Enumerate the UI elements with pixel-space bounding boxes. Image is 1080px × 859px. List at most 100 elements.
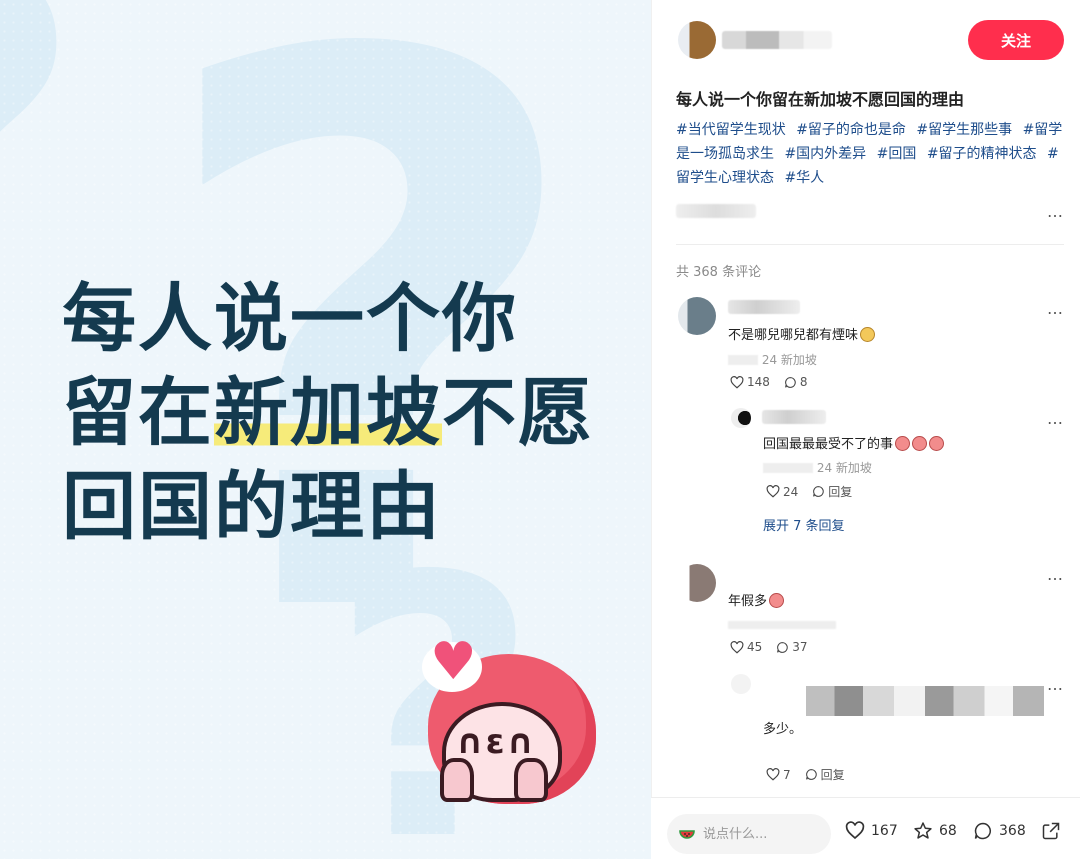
cover-title-line-1: 每人说一个你 <box>62 276 518 362</box>
comment-reply-button[interactable]: 8 <box>784 375 808 389</box>
comment-text-content: 不是哪兒哪兒都有煙味 <box>728 328 859 343</box>
reply-text-content: 回国最最最受不了的事 <box>763 437 894 452</box>
comment-like-button[interactable]: 45 <box>730 640 762 654</box>
heart-outline-icon <box>730 640 744 654</box>
hashtag-link[interactable]: #留子的命也是命 <box>796 122 906 138</box>
watermelon-icon <box>679 830 695 839</box>
author-name-blurred[interactable] <box>722 31 832 49</box>
cover-title-highlight: 新加坡 <box>214 370 442 456</box>
speech-bubble-icon <box>776 641 789 654</box>
heart-icon: ♥ <box>422 636 482 692</box>
share-button[interactable] <box>1041 821 1061 841</box>
comment-meta-blurred <box>728 618 836 632</box>
share-icon <box>1042 822 1060 840</box>
commenter-name-blurred[interactable] <box>728 300 800 314</box>
divider <box>676 244 1064 245</box>
comment-actions: 148 8 <box>730 375 808 389</box>
post-comment-count: 368 <box>999 823 1026 839</box>
speech-bubble-icon <box>812 485 825 498</box>
heart-outline-icon <box>845 821 865 840</box>
replier-avatar[interactable] <box>731 408 751 428</box>
post-date-row <box>676 202 1064 220</box>
post-more-icon[interactable]: … <box>1047 204 1064 220</box>
emoji-icon <box>860 327 876 342</box>
cover-title-line-2: 留在新加坡不愿 <box>62 366 594 460</box>
reply-actions: 24 回复 <box>766 483 852 500</box>
emoji-icon <box>929 436 945 451</box>
redacted-text-mosaic <box>806 686 1044 716</box>
cover-title-text: 不愿 <box>442 370 594 456</box>
comment-text: 年假多 <box>728 590 785 609</box>
reply-text: 回国最最最受不了的事 <box>763 433 945 452</box>
reply-reply-button[interactable]: 回复 <box>805 766 845 783</box>
reply-more-icon[interactable]: … <box>1047 411 1064 427</box>
comment-reply-button[interactable]: 37 <box>776 640 808 654</box>
reply-label: 回复 <box>820 768 845 782</box>
cover-title-text: 留在 <box>62 370 214 456</box>
mascot-hand-right <box>514 758 548 802</box>
hashtag-list: #当代留学生现状 #留子的命也是命 #留学生那些事 #留学是一场孤岛求生 #国内… <box>676 118 1068 190</box>
hashtag-link[interactable]: #国内外差异 <box>784 146 866 162</box>
post-title: 每人说一个你留在新加坡不愿回国的理由 <box>676 90 965 109</box>
cover-title: 每人说一个你 留在新加坡不愿 回国的理由 <box>62 272 594 554</box>
heart-outline-icon <box>730 375 744 389</box>
reply-actions: 7 回复 <box>766 766 845 783</box>
reply-meta-text: 24 新加坡 <box>816 461 872 475</box>
comment-count: 共 368 条评论 <box>676 265 762 280</box>
comment-text: 不是哪兒哪兒都有煙味 <box>728 324 876 343</box>
like-count: 148 <box>747 375 770 389</box>
collect-button[interactable]: 68 <box>913 821 957 841</box>
author-info[interactable] <box>678 21 832 59</box>
comment-meta: 24 新加坡 <box>728 351 817 368</box>
comment-text-content: 年假多 <box>728 594 768 609</box>
post-detail-panel: 关注 每人说一个你留在新加坡不愿回国的理由 #当代留学生现状 #留子的命也是命 … <box>651 0 1080 859</box>
cover-title-line-3: 回国的理由 <box>62 464 442 550</box>
reply-more-icon[interactable]: … <box>1047 677 1064 693</box>
comment-meta-text: 24 新加坡 <box>761 353 817 367</box>
post-star-count: 68 <box>939 823 957 839</box>
heart-outline-icon <box>766 485 780 498</box>
reply-like-button[interactable]: 7 <box>766 768 791 782</box>
commenter-avatar[interactable] <box>678 564 716 602</box>
hashtag-link[interactable]: #回国 <box>877 146 917 162</box>
speech-bubble-icon <box>974 822 991 840</box>
commenter-avatar[interactable] <box>678 297 716 335</box>
mascot-eyes: ∩ε∩ <box>456 722 537 762</box>
reply-meta: 24 新加坡 <box>763 459 872 476</box>
comment-actions: 45 37 <box>730 640 808 654</box>
emoji-icon <box>895 436 911 451</box>
hashtag-link[interactable]: #当代留学生现状 <box>676 122 786 138</box>
expand-replies-link[interactable]: 展开 7 条回复 <box>763 515 845 534</box>
reply-reply-button[interactable]: 回复 <box>812 483 852 500</box>
follow-button[interactable]: 关注 <box>968 20 1064 60</box>
replier-name-blurred[interactable] <box>762 410 826 424</box>
comment-button[interactable]: 368 <box>973 821 1026 841</box>
heart-outline-icon <box>766 768 780 781</box>
post-date-blurred <box>676 204 756 218</box>
like-count: 7 <box>783 767 791 782</box>
reply-label: 回复 <box>828 485 853 499</box>
speech-bubble-icon <box>784 376 797 389</box>
hashtag-link[interactable]: #华人 <box>784 170 824 186</box>
like-count: 24 <box>783 484 799 499</box>
reply-count: 8 <box>799 375 808 389</box>
post-cover-image[interactable]: ? ? ? 每人说一个你 留在新加坡不愿 回国的理由 ∩ε∩ ♥ <box>0 0 651 859</box>
reply-like-button[interactable]: 24 <box>766 485 798 499</box>
star-outline-icon <box>914 822 932 839</box>
mascot-sticker: ∩ε∩ ♥ <box>418 636 598 810</box>
post-like-count: 167 <box>871 822 898 839</box>
mascot-hand-left <box>440 758 474 802</box>
replier-avatar[interactable] <box>731 674 751 694</box>
speech-bubble-icon <box>805 768 818 781</box>
reply-count: 37 <box>792 640 808 654</box>
comment-more-icon[interactable]: … <box>1047 301 1064 317</box>
hashtag-link[interactable]: #留学生那些事 <box>916 122 1012 138</box>
like-count: 45 <box>747 640 763 654</box>
emoji-icon <box>769 593 785 608</box>
bottom-action-bar: 167 68 368 <box>651 797 1080 859</box>
like-button[interactable]: 167 <box>845 821 898 840</box>
hashtag-link[interactable]: #留子的精神状态 <box>927 146 1037 162</box>
comment-like-button[interactable]: 148 <box>730 375 770 389</box>
comment-more-icon[interactable]: … <box>1047 567 1064 583</box>
author-avatar[interactable] <box>678 21 716 59</box>
